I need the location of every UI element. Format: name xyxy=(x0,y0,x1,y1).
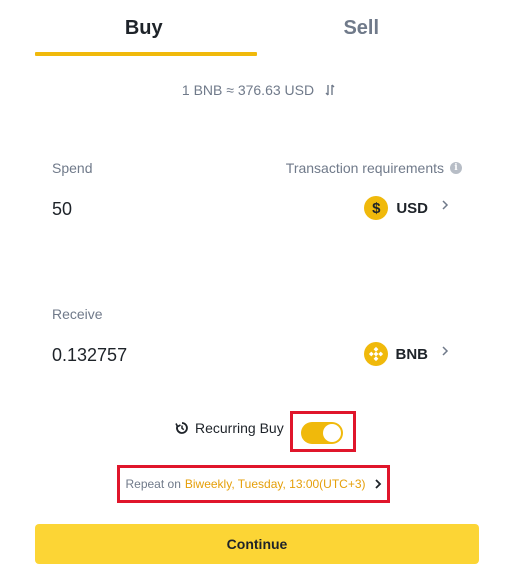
exchange-rate-text: 1 BNB ≈ 376.63 USD xyxy=(181,82,315,98)
receive-currency-label: BNB xyxy=(395,345,429,363)
spend-chevron-right-icon[interactable] xyxy=(440,200,450,210)
recurring-icon xyxy=(175,421,189,435)
swap-icon[interactable] xyxy=(322,82,338,98)
spend-amount-input[interactable] xyxy=(52,195,272,223)
spend-currency-label: USD xyxy=(396,199,428,217)
repeat-schedule-selector[interactable]: Repeat on Biweekly, Tuesday, 13:00(UTC+3… xyxy=(117,465,390,503)
active-tab-indicator xyxy=(35,52,257,56)
bnb-coin-icon xyxy=(363,342,388,366)
tab-buy-label: Buy xyxy=(124,16,163,39)
recurring-buy-row: Recurring Buy xyxy=(175,420,284,436)
repeat-chevron-right-icon xyxy=(374,477,382,492)
recurring-buy-label: Recurring Buy xyxy=(195,420,284,436)
repeat-label: Repeat on xyxy=(125,477,181,491)
transaction-requirements[interactable]: Transaction requirements i xyxy=(286,160,462,176)
receive-chevron-right-icon[interactable] xyxy=(440,346,450,356)
usd-coin-icon: $ xyxy=(364,196,389,220)
repeat-value: Biweekly, Tuesday, 13:00(UTC+3) xyxy=(184,477,366,491)
recurring-buy-toggle[interactable] xyxy=(301,422,343,444)
tab-buy[interactable]: Buy xyxy=(35,0,257,56)
spend-label: Spend xyxy=(52,160,93,176)
info-icon[interactable]: i xyxy=(450,162,462,174)
buy-sell-tabs: Buy Sell xyxy=(35,0,470,56)
recurring-toggle-highlight xyxy=(290,411,356,452)
toggle-knob xyxy=(323,424,341,442)
exchange-rate: 1 BNB ≈ 376.63 USD xyxy=(0,82,520,98)
tab-sell[interactable]: Sell xyxy=(253,0,471,56)
receive-currency-selector[interactable]: BNB xyxy=(363,342,429,366)
receive-label: Receive xyxy=(52,306,103,322)
tab-sell-label: Sell xyxy=(343,16,380,39)
spend-currency-selector[interactable]: $ USD xyxy=(364,196,428,220)
transaction-requirements-label: Transaction requirements xyxy=(285,160,444,176)
receive-amount-input[interactable] xyxy=(52,341,272,369)
continue-button[interactable]: Continue xyxy=(35,524,479,564)
